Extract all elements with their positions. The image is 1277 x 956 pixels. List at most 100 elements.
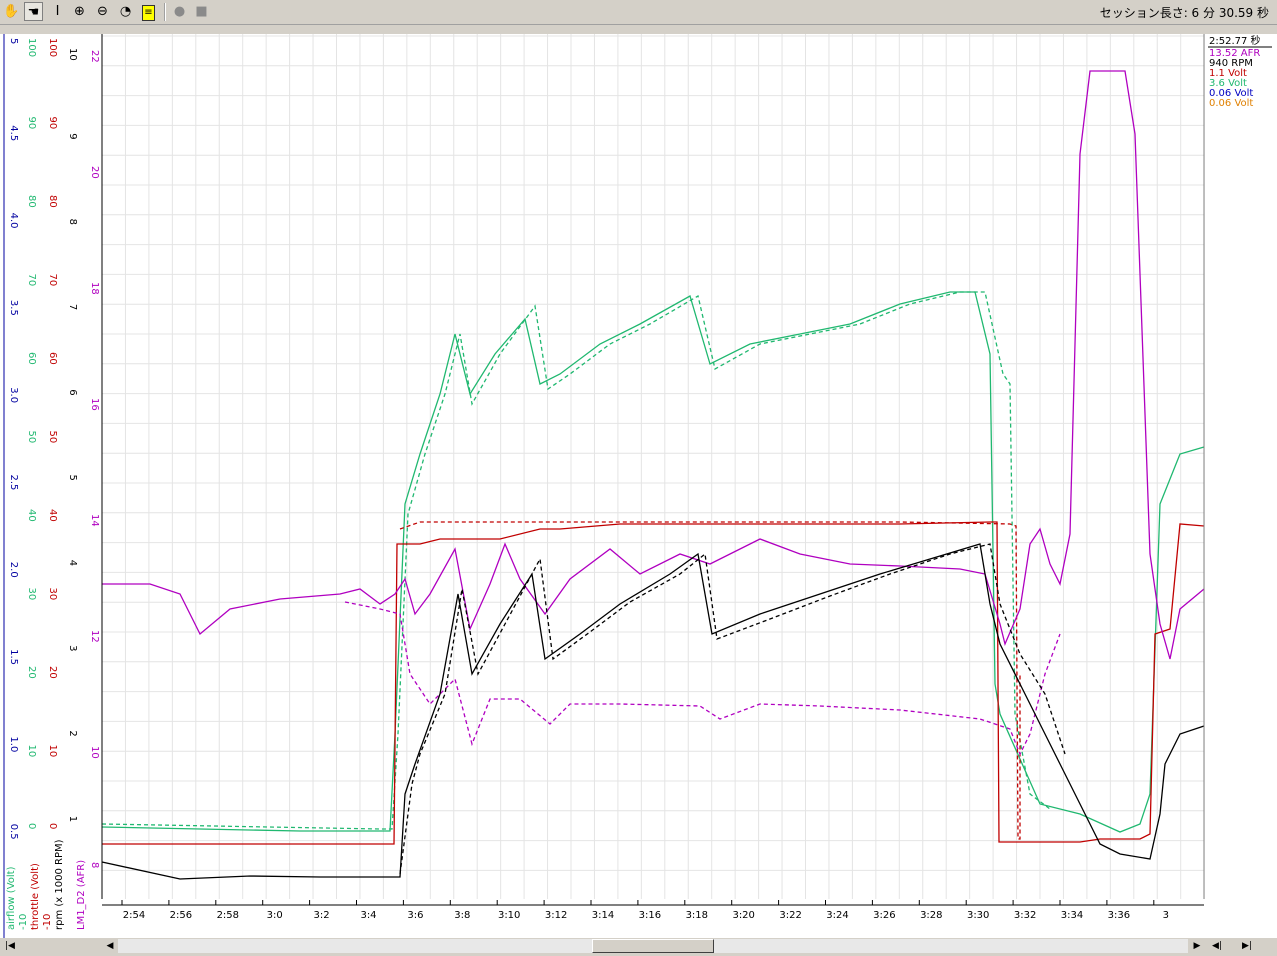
x-axis-tick-label: 3:18 bbox=[686, 910, 708, 921]
axis-label: LM1_D2 (AFR) bbox=[76, 860, 87, 930]
throttle-axis-tick: 20 bbox=[47, 666, 58, 679]
x-axis-tick-label: 3:12 bbox=[545, 910, 567, 921]
x-axis-tick-label: 3:16 bbox=[639, 910, 661, 921]
blue-axis-tick: 4.0 bbox=[8, 213, 19, 229]
x-axis-tick-label: 3:4 bbox=[360, 910, 376, 921]
rpm-axis-tick: 7 bbox=[67, 304, 78, 310]
rpm-axis-tick: 5 bbox=[67, 475, 78, 481]
x-axis-tick-label: 2:54 bbox=[123, 910, 145, 921]
airflow-axis-tick: 60 bbox=[26, 352, 37, 365]
readout-value: 0.06 Volt bbox=[1209, 98, 1253, 109]
airflow-axis-tick: 30 bbox=[26, 588, 37, 601]
toolbar-separator bbox=[164, 3, 166, 21]
x-axis-tick-label: 3:24 bbox=[826, 910, 848, 921]
grab-hand-icon[interactable]: ☚ bbox=[24, 2, 43, 21]
x-axis-tick-label: 3:2 bbox=[314, 910, 330, 921]
x-axis-tick-label: 3:32 bbox=[1014, 910, 1036, 921]
scroll-left-icon[interactable]: ◀ bbox=[103, 939, 117, 953]
plot-area[interactable]: 5 4.5 4.0 3.5 3.0 2.5 2.0 1.5 1.0 0.5 100 90 80 70 60 5… bbox=[0, 34, 1277, 938]
rpm-axis-tick: 3 bbox=[67, 645, 78, 651]
scroll-first-icon[interactable]: |◀ bbox=[3, 939, 17, 953]
throttle-axis-tick: 0 bbox=[47, 823, 58, 829]
afr-axis-tick: 20 bbox=[89, 166, 100, 179]
blue-axis-tick: 2.0 bbox=[8, 562, 19, 578]
left-axes: 54.54.03.53.02.52.01.51.00.5100908070605… bbox=[8, 38, 100, 868]
plot-background bbox=[102, 34, 1204, 899]
scroll-last-icon[interactable]: ▶| bbox=[1240, 939, 1254, 953]
x-axis-tick-label: 3:22 bbox=[779, 910, 801, 921]
throttle-axis-tick: 70 bbox=[47, 274, 58, 287]
airflow-axis-tick: 90 bbox=[26, 117, 37, 130]
airflow-axis-tick: 40 bbox=[26, 509, 37, 522]
toolbar: ✋ ☚ I ⊕ ⊖ ◔ ≡ ● ■ セッション長さ: 6 分 30.59 秒 bbox=[0, 0, 1277, 25]
readout-background bbox=[1206, 36, 1274, 900]
afr-axis-tick: 14 bbox=[89, 514, 100, 527]
rpm-axis-tick: 6 bbox=[67, 389, 78, 395]
blue-axis-tick: 3.5 bbox=[8, 300, 19, 316]
x-axis-tick-label: 3:6 bbox=[407, 910, 423, 921]
blue-axis-tick: 4.5 bbox=[8, 125, 19, 141]
scroll-right-icon[interactable]: ▶ bbox=[1190, 939, 1204, 953]
blue-axis-tick: 0.5 bbox=[8, 824, 19, 840]
axis-label: -10 bbox=[42, 914, 53, 930]
airflow-axis-tick: 70 bbox=[26, 274, 37, 287]
readout-time: 2:52.77 秒 bbox=[1209, 34, 1261, 47]
airflow-axis-tick: 50 bbox=[26, 431, 37, 444]
reset-zoom-icon[interactable]: ◔ bbox=[116, 2, 135, 21]
axis-label: -10 bbox=[18, 914, 29, 930]
scroll-zoom-out-icon[interactable]: ◀| bbox=[1210, 939, 1224, 953]
x-axis-tick-label: 3:26 bbox=[873, 910, 895, 921]
axis-labels: airflow (Volt) -10 throttle (Volt) -10 rpm (… bbox=[6, 839, 87, 930]
throttle-axis-tick: 30 bbox=[47, 588, 58, 601]
axis-label: airflow (Volt) bbox=[6, 866, 17, 930]
x-axis: 2:54 2:56 2:58 3:0 3:2 3:4 3:6 3:8 3:10 3:12 3:14 3… bbox=[102, 899, 1204, 938]
cursor-icon[interactable]: I bbox=[48, 2, 67, 21]
throttle-axis-tick: 40 bbox=[47, 509, 58, 522]
stop-icon[interactable]: ■ bbox=[192, 2, 211, 21]
rpm-axis-tick: 1 bbox=[67, 816, 78, 822]
zoom-in-icon[interactable]: ⊕ bbox=[70, 2, 89, 21]
session-length: セッション長さ: 6 分 30.59 秒 bbox=[1099, 6, 1269, 20]
value-readout: 2:52.77 秒13.52 AFR940 RPM1.1 Volt3.6 Vol… bbox=[1206, 34, 1274, 900]
airflow-axis-tick: 20 bbox=[26, 666, 37, 679]
rpm-axis-tick: 9 bbox=[67, 133, 78, 139]
airflow-axis-tick: 10 bbox=[26, 745, 37, 758]
x-axis-tick-label: 3:36 bbox=[1108, 910, 1130, 921]
axis-label: throttle (Volt) bbox=[30, 863, 41, 930]
x-axis-tick-label: 3:30 bbox=[967, 910, 989, 921]
x-axis-tick-label: 3:8 bbox=[454, 910, 470, 921]
x-axis-tick-label: 3:0 bbox=[267, 910, 283, 921]
scroll-thumb[interactable] bbox=[592, 939, 714, 953]
x-axis-tick-label: 3:10 bbox=[498, 910, 520, 921]
throttle-axis-tick: 100 bbox=[47, 38, 58, 57]
airflow-axis-tick: 100 bbox=[26, 38, 37, 57]
blue-axis-tick: 2.5 bbox=[8, 475, 19, 491]
zoom-out-icon[interactable]: ⊖ bbox=[93, 2, 112, 21]
rpm-axis-tick: 10 bbox=[67, 48, 78, 61]
axis-label: rpm (x 1000 RPM) bbox=[54, 839, 65, 930]
blue-axis-tick: 3.0 bbox=[8, 387, 19, 403]
airflow-axis-tick: 80 bbox=[26, 195, 37, 208]
blue-axis-tick: 5 bbox=[8, 38, 19, 44]
rpm-axis-tick: 8 bbox=[67, 219, 78, 225]
afr-axis-tick: 16 bbox=[89, 398, 100, 411]
afr-axis-tick: 18 bbox=[89, 282, 100, 295]
afr-axis-tick: 22 bbox=[89, 50, 100, 63]
note-icon[interactable]: ≡ bbox=[139, 2, 158, 21]
x-axis-tick-label: 2:56 bbox=[170, 910, 192, 921]
throttle-axis-tick: 10 bbox=[47, 745, 58, 758]
record-icon[interactable]: ● bbox=[170, 2, 189, 21]
chart-svg[interactable]: 54.54.03.53.02.52.01.51.00.5100908070605… bbox=[0, 34, 1277, 938]
x-axis-tick-label: 3:34 bbox=[1061, 910, 1083, 921]
x-axis-tick-label: 3:28 bbox=[920, 910, 942, 921]
throttle-axis-tick: 60 bbox=[47, 352, 58, 365]
x-axis-tick-label: 3:14 bbox=[592, 910, 614, 921]
x-axis-tick-label: 2:58 bbox=[217, 910, 239, 921]
airflow-axis-tick: 0 bbox=[26, 823, 37, 829]
blue-axis-tick: 1.5 bbox=[8, 649, 19, 665]
hand-icon[interactable]: ✋ bbox=[2, 2, 21, 21]
afr-axis-tick: 10 bbox=[89, 746, 100, 759]
horizontal-scrollbar[interactable]: |◀ ◀ ▶ ◀| ▶| bbox=[0, 938, 1277, 956]
rpm-axis-tick: 4 bbox=[67, 560, 78, 566]
x-axis-tick-label: 3:20 bbox=[732, 910, 754, 921]
